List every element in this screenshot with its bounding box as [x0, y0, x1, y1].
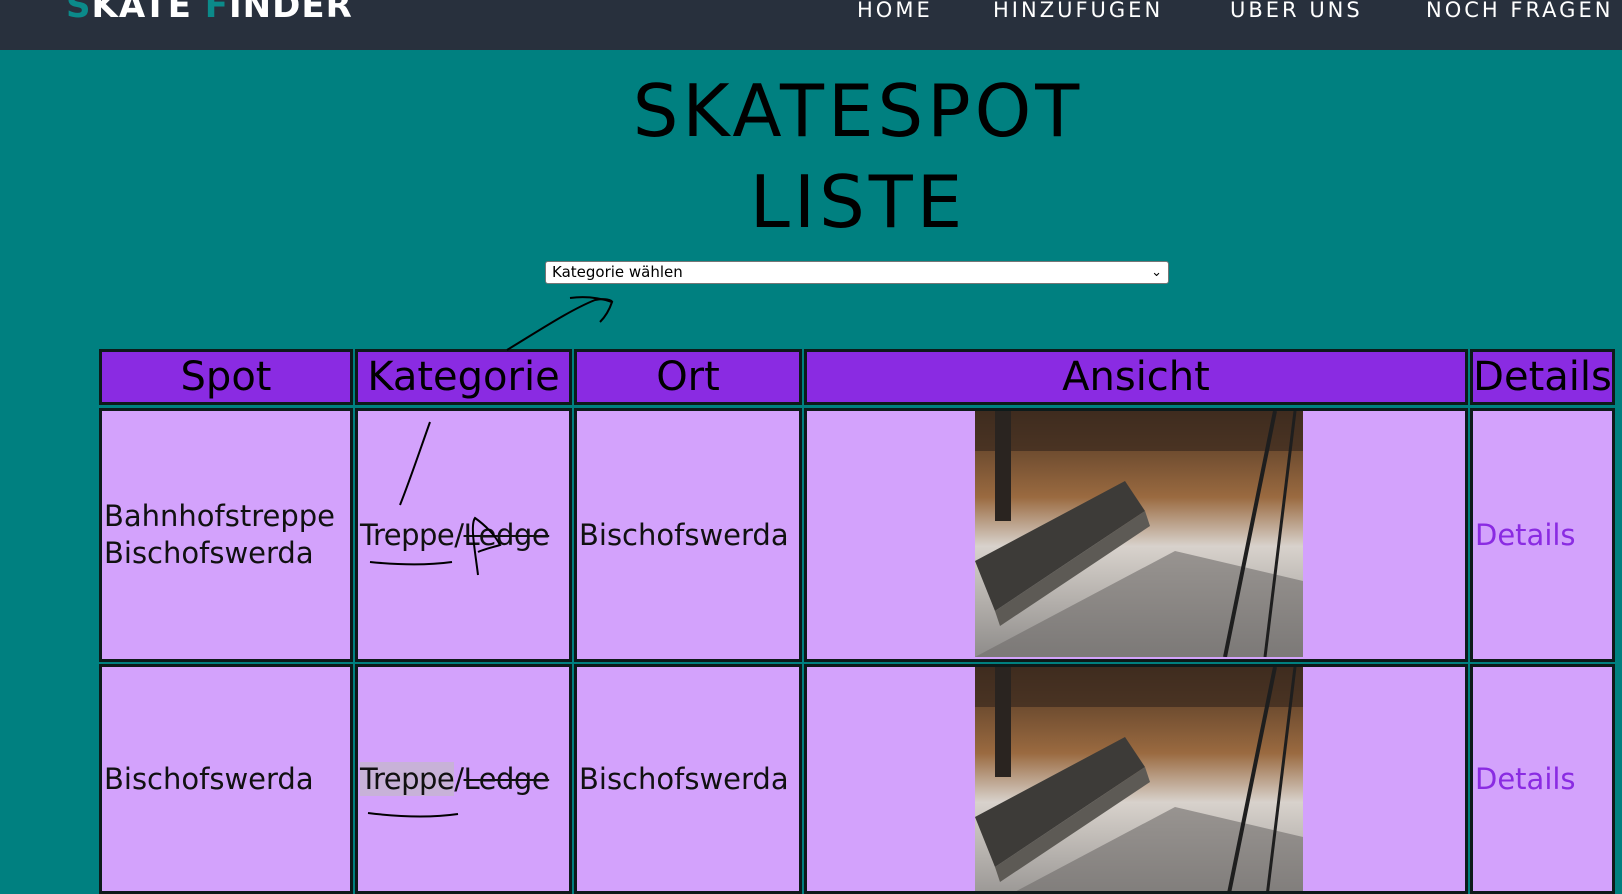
table-cell-location: Bischofswerda [574, 664, 802, 894]
spot-name-line-2: Bischofswerda [104, 536, 314, 570]
spot-photo[interactable] [975, 411, 1303, 657]
table-cell-view [804, 408, 1468, 662]
spot-photo[interactable] [975, 667, 1303, 891]
table-cell-category: Treppe/Ledge [355, 408, 572, 662]
page-title-line-1: SKATESPOT [632, 69, 1084, 153]
table-cell-category: Treppe/Ledge [355, 664, 572, 894]
brand-letter-s: S [66, 0, 92, 26]
navbar: SKATE FINDER HOME HINZUFÜGEN ÜBER UNS NO… [0, 0, 1622, 50]
nav-add[interactable]: HINZUFÜGEN [993, 0, 1163, 22]
spot-name-line-1: Bischofswerda [104, 761, 314, 796]
category-select[interactable]: Kategorie wählen ⌄ [545, 261, 1169, 284]
nav-faq[interactable]: NOCH FRAGEN [1426, 0, 1613, 22]
nav-about[interactable]: ÜBER UNS [1230, 0, 1363, 22]
category-separator: / [454, 761, 464, 796]
category-ledge: Ledge [463, 761, 550, 796]
nav-home[interactable]: HOME [857, 0, 933, 22]
header-details: Details [1470, 349, 1615, 405]
category-treppe: Treppe [360, 761, 455, 796]
table-cell-details: Details [1470, 408, 1615, 662]
annotation-arrow-line [506, 298, 613, 351]
page-title: SKATESPOT LISTE [0, 66, 1622, 248]
table-cell-spot: Bischofswerda [99, 664, 353, 894]
table-cell-details: Details [1470, 664, 1615, 894]
chevron-down-icon: ⌄ [1151, 265, 1162, 280]
details-link[interactable]: Details [1473, 761, 1576, 798]
annotation-arrow-head [569, 296, 614, 323]
spot-name-line-1: Bahnhofstreppe [104, 499, 336, 533]
page-title-line-2: LISTE [749, 160, 967, 244]
category-separator: / [454, 517, 464, 552]
table-cell-spot: Bahnhofstreppe Bischofswerda [99, 408, 353, 662]
header-spot: Spot [99, 349, 353, 405]
brand-logo[interactable]: SKATE FINDER [66, 0, 353, 26]
header-category: Kategorie [355, 349, 572, 405]
table-cell-location: Bischofswerda [574, 408, 802, 662]
location-text: Bischofswerda [579, 517, 789, 552]
brand-text-part-2: INDER [229, 0, 353, 26]
brand-letter-f: F [204, 0, 230, 26]
header-view: Ansicht [804, 349, 1468, 405]
category-ledge: Ledge [463, 517, 550, 552]
table-cell-view [804, 664, 1468, 894]
category-select-value: Kategorie wählen [552, 263, 683, 281]
brand-text-part-1: KATE [91, 0, 205, 26]
location-text: Bischofswerda [579, 761, 789, 796]
category-treppe: Treppe [360, 517, 455, 552]
details-link[interactable]: Details [1473, 517, 1576, 554]
header-location: Ort [574, 349, 802, 405]
